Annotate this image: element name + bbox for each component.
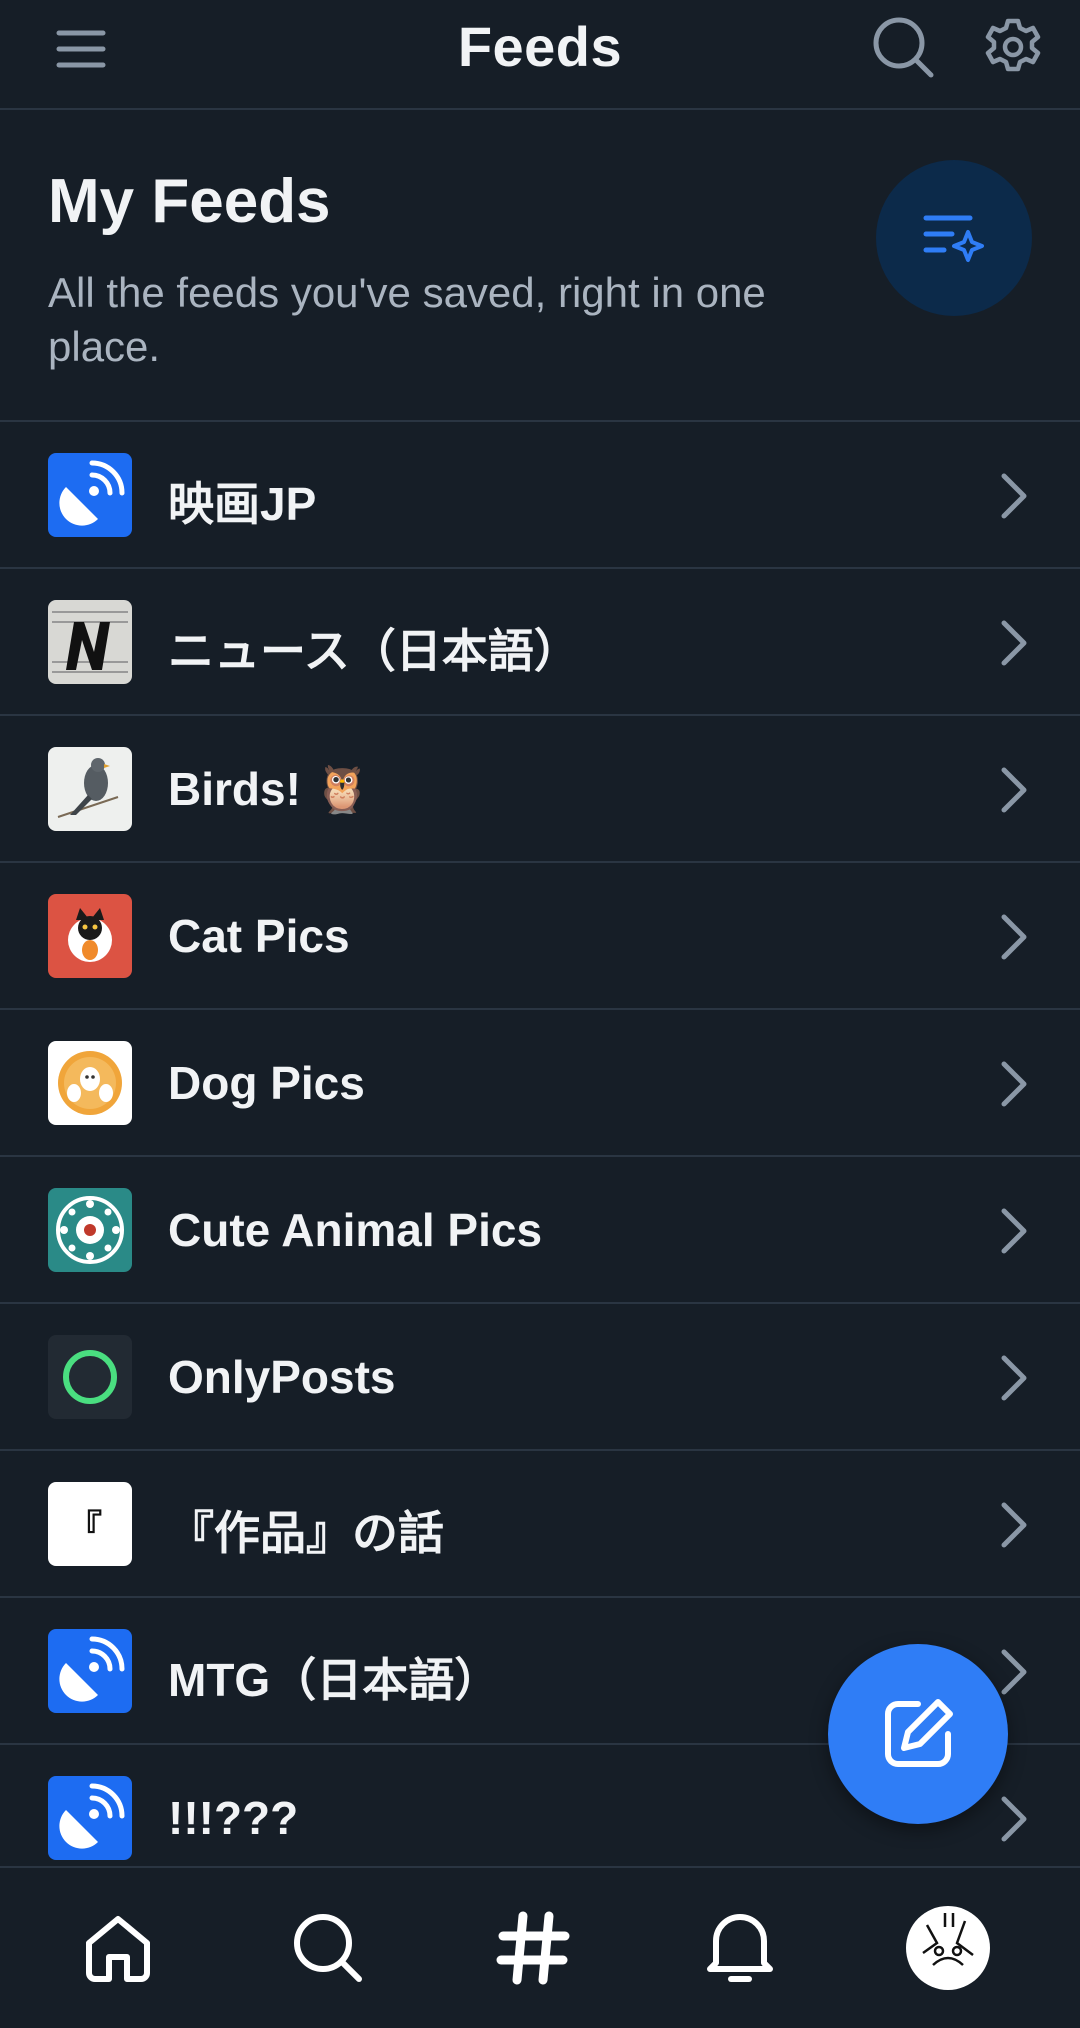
bottom-nav xyxy=(0,1866,1080,2028)
feed-name: Dog Pics xyxy=(168,1057,365,1109)
my-feeds-header: My Feeds All the feeds you've saved, rig… xyxy=(0,110,1080,422)
chevron-right-icon xyxy=(1001,1208,1027,1254)
compose-icon xyxy=(885,1699,953,1767)
satellite-dish-icon xyxy=(48,453,132,537)
feed-item[interactable]: OnlyPosts xyxy=(0,1304,1080,1451)
chevron-right-icon xyxy=(1001,473,1027,519)
chevron-right-icon xyxy=(1001,1796,1027,1842)
newspaper-n-icon xyxy=(48,600,132,684)
discover-feeds-button[interactable] xyxy=(876,160,1032,316)
bracket-icon: 『 xyxy=(48,1482,132,1566)
top-bar: Feeds xyxy=(0,0,1080,110)
animal-wheel-icon xyxy=(48,1188,132,1272)
feed-name: OnlyPosts xyxy=(168,1351,396,1403)
dog-icon xyxy=(48,1041,132,1125)
bell-icon[interactable] xyxy=(690,1898,790,1998)
feed-item[interactable]: Cute Animal Pics xyxy=(0,1157,1080,1304)
feed-item[interactable]: Birds! 🦉 xyxy=(0,716,1080,863)
feed-item[interactable]: Dog Pics xyxy=(0,1010,1080,1157)
feed-name: Cute Animal Pics xyxy=(168,1204,543,1256)
feed-item[interactable]: ニュース（日本語） xyxy=(0,569,1080,716)
feed-name: 『作品』の話 xyxy=(168,1507,444,1559)
search-icon[interactable] xyxy=(278,1898,378,1998)
feed-name: 映画JP xyxy=(168,478,317,530)
feed-name: MTG（日本語） xyxy=(168,1654,501,1706)
hashtag-icon[interactable] xyxy=(483,1898,583,1998)
bracket-glyph: 『 xyxy=(68,1508,102,1547)
chevron-right-icon xyxy=(1001,1649,1027,1695)
search-icon[interactable] xyxy=(868,12,938,82)
feed-name: Birds! 🦉 xyxy=(168,763,371,815)
section-title: My Feeds xyxy=(48,167,331,236)
feed-item[interactable]: 『 『作品』の話 xyxy=(0,1451,1080,1598)
feed-name: Cat Pics xyxy=(168,910,350,962)
list-sparkle-icon xyxy=(923,215,984,262)
satellite-dish-icon xyxy=(48,1776,132,1860)
section-subtitle: All the feeds you've saved, right in one… xyxy=(48,269,766,370)
feed-item[interactable]: Cat Pics xyxy=(0,863,1080,1010)
home-icon[interactable] xyxy=(68,1898,168,1998)
chevron-right-icon xyxy=(1001,914,1027,960)
cat-icon xyxy=(48,894,132,978)
chevron-right-icon xyxy=(1001,620,1027,666)
profile-avatar[interactable] xyxy=(898,1898,998,1998)
chevron-right-icon xyxy=(1001,1502,1027,1548)
feed-name: !!!??? xyxy=(168,1792,299,1844)
chevron-right-icon xyxy=(1001,767,1027,813)
ring-icon xyxy=(48,1335,132,1419)
feed-item[interactable]: 映画JP xyxy=(0,422,1080,569)
satellite-dish-icon xyxy=(48,1629,132,1713)
chevron-right-icon xyxy=(1001,1355,1027,1401)
gear-icon[interactable] xyxy=(980,14,1046,80)
chevron-right-icon xyxy=(1001,1061,1027,1107)
bird-photo-icon xyxy=(48,747,132,831)
compose-button[interactable] xyxy=(828,1644,1008,1824)
feed-name: ニュース（日本語） xyxy=(168,625,580,677)
